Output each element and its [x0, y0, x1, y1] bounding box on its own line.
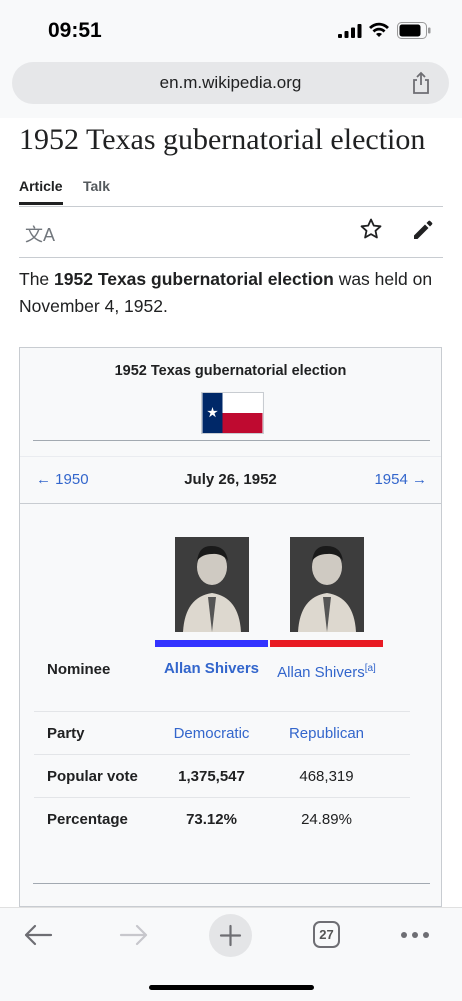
nominee-republican: Allan Shivers[a] — [270, 658, 383, 684]
party-republican-link[interactable]: Republican — [270, 723, 383, 745]
battery-icon — [397, 22, 431, 39]
candidate-photo-democratic[interactable] — [175, 537, 249, 632]
lead-prefix: The — [19, 269, 55, 289]
page-actions: 文A — [19, 207, 443, 258]
infobox: 1952 Texas gubernatorial election ← 1950… — [19, 347, 442, 907]
texas-flag-image[interactable] — [201, 392, 264, 434]
star-icon[interactable] — [359, 217, 383, 241]
status-time: 09:51 — [48, 19, 102, 42]
popular-vote-republican: 468,319 — [299, 768, 354, 785]
candidate-photo-republican[interactable] — [290, 537, 364, 632]
nominee-republican-link[interactable]: Allan Shivers — [277, 664, 365, 681]
party-democratic-link[interactable]: Democratic — [155, 723, 268, 745]
nominee-label: Nominee — [47, 661, 111, 678]
percentage-label: Percentage — [47, 811, 128, 828]
tab-talk[interactable]: Talk — [83, 178, 110, 194]
address-bar[interactable]: en.m.wikipedia.org — [12, 62, 449, 104]
back-arrow-icon[interactable] — [23, 924, 53, 946]
pencil-icon[interactable] — [411, 218, 435, 242]
tab-article[interactable]: Article — [19, 178, 63, 205]
new-tab-button[interactable] — [209, 914, 252, 957]
percentage-row: Percentage 73.12% 24.89% — [34, 798, 410, 840]
share-icon[interactable] — [411, 71, 431, 95]
party-label: Party — [47, 725, 85, 742]
nominee-row: Nominee Allan Shivers Allan Shivers[a] — [34, 647, 410, 712]
status-bar: 09:51 — [0, 0, 462, 58]
infobox-divider — [33, 440, 430, 441]
forward-arrow-icon[interactable] — [119, 924, 149, 946]
url-text[interactable]: en.m.wikipedia.org — [12, 73, 449, 93]
popular-vote-label: Popular vote — [47, 768, 138, 785]
lead-bold: 1952 Texas gubernatorial election — [54, 269, 334, 289]
percentage-democratic: 73.12% — [186, 811, 237, 828]
lead-paragraph: The 1952 Texas gubernatorial election wa… — [19, 266, 443, 320]
more-options-icon[interactable] — [400, 931, 430, 939]
party-row: Party Democratic Republican — [34, 712, 410, 755]
cellular-signal-icon — [338, 24, 362, 38]
page-tabs: Article Talk — [19, 178, 443, 207]
browser-address-area: en.m.wikipedia.org — [0, 58, 462, 118]
party-color-bar-republican — [270, 640, 383, 647]
language-icon[interactable]: 文A — [25, 221, 55, 247]
footnote-a-link[interactable]: [a] — [365, 663, 376, 674]
wifi-icon — [369, 22, 389, 37]
percentage-republican: 24.89% — [301, 811, 352, 828]
popular-vote-democratic: 1,375,547 — [178, 768, 245, 785]
next-election-link[interactable]: 1954 → — [374, 471, 427, 488]
plus-icon — [219, 924, 242, 947]
page-title: 1952 Texas gubernatorial election — [19, 123, 426, 156]
infobox-divider-bottom — [33, 883, 430, 884]
infobox-title: 1952 Texas gubernatorial election — [114, 363, 347, 379]
browser-toolbar: 27 — [0, 907, 462, 1001]
home-indicator — [149, 985, 314, 990]
party-color-bar-democratic — [155, 640, 268, 647]
nominee-democratic-link[interactable]: Allan Shivers — [155, 658, 268, 680]
popular-vote-row: Popular vote 1,375,547 468,319 — [34, 755, 410, 798]
election-navigation: ← 1950 July 26, 1952 1954 → — [20, 456, 441, 504]
tab-count-button[interactable]: 27 — [313, 921, 340, 948]
